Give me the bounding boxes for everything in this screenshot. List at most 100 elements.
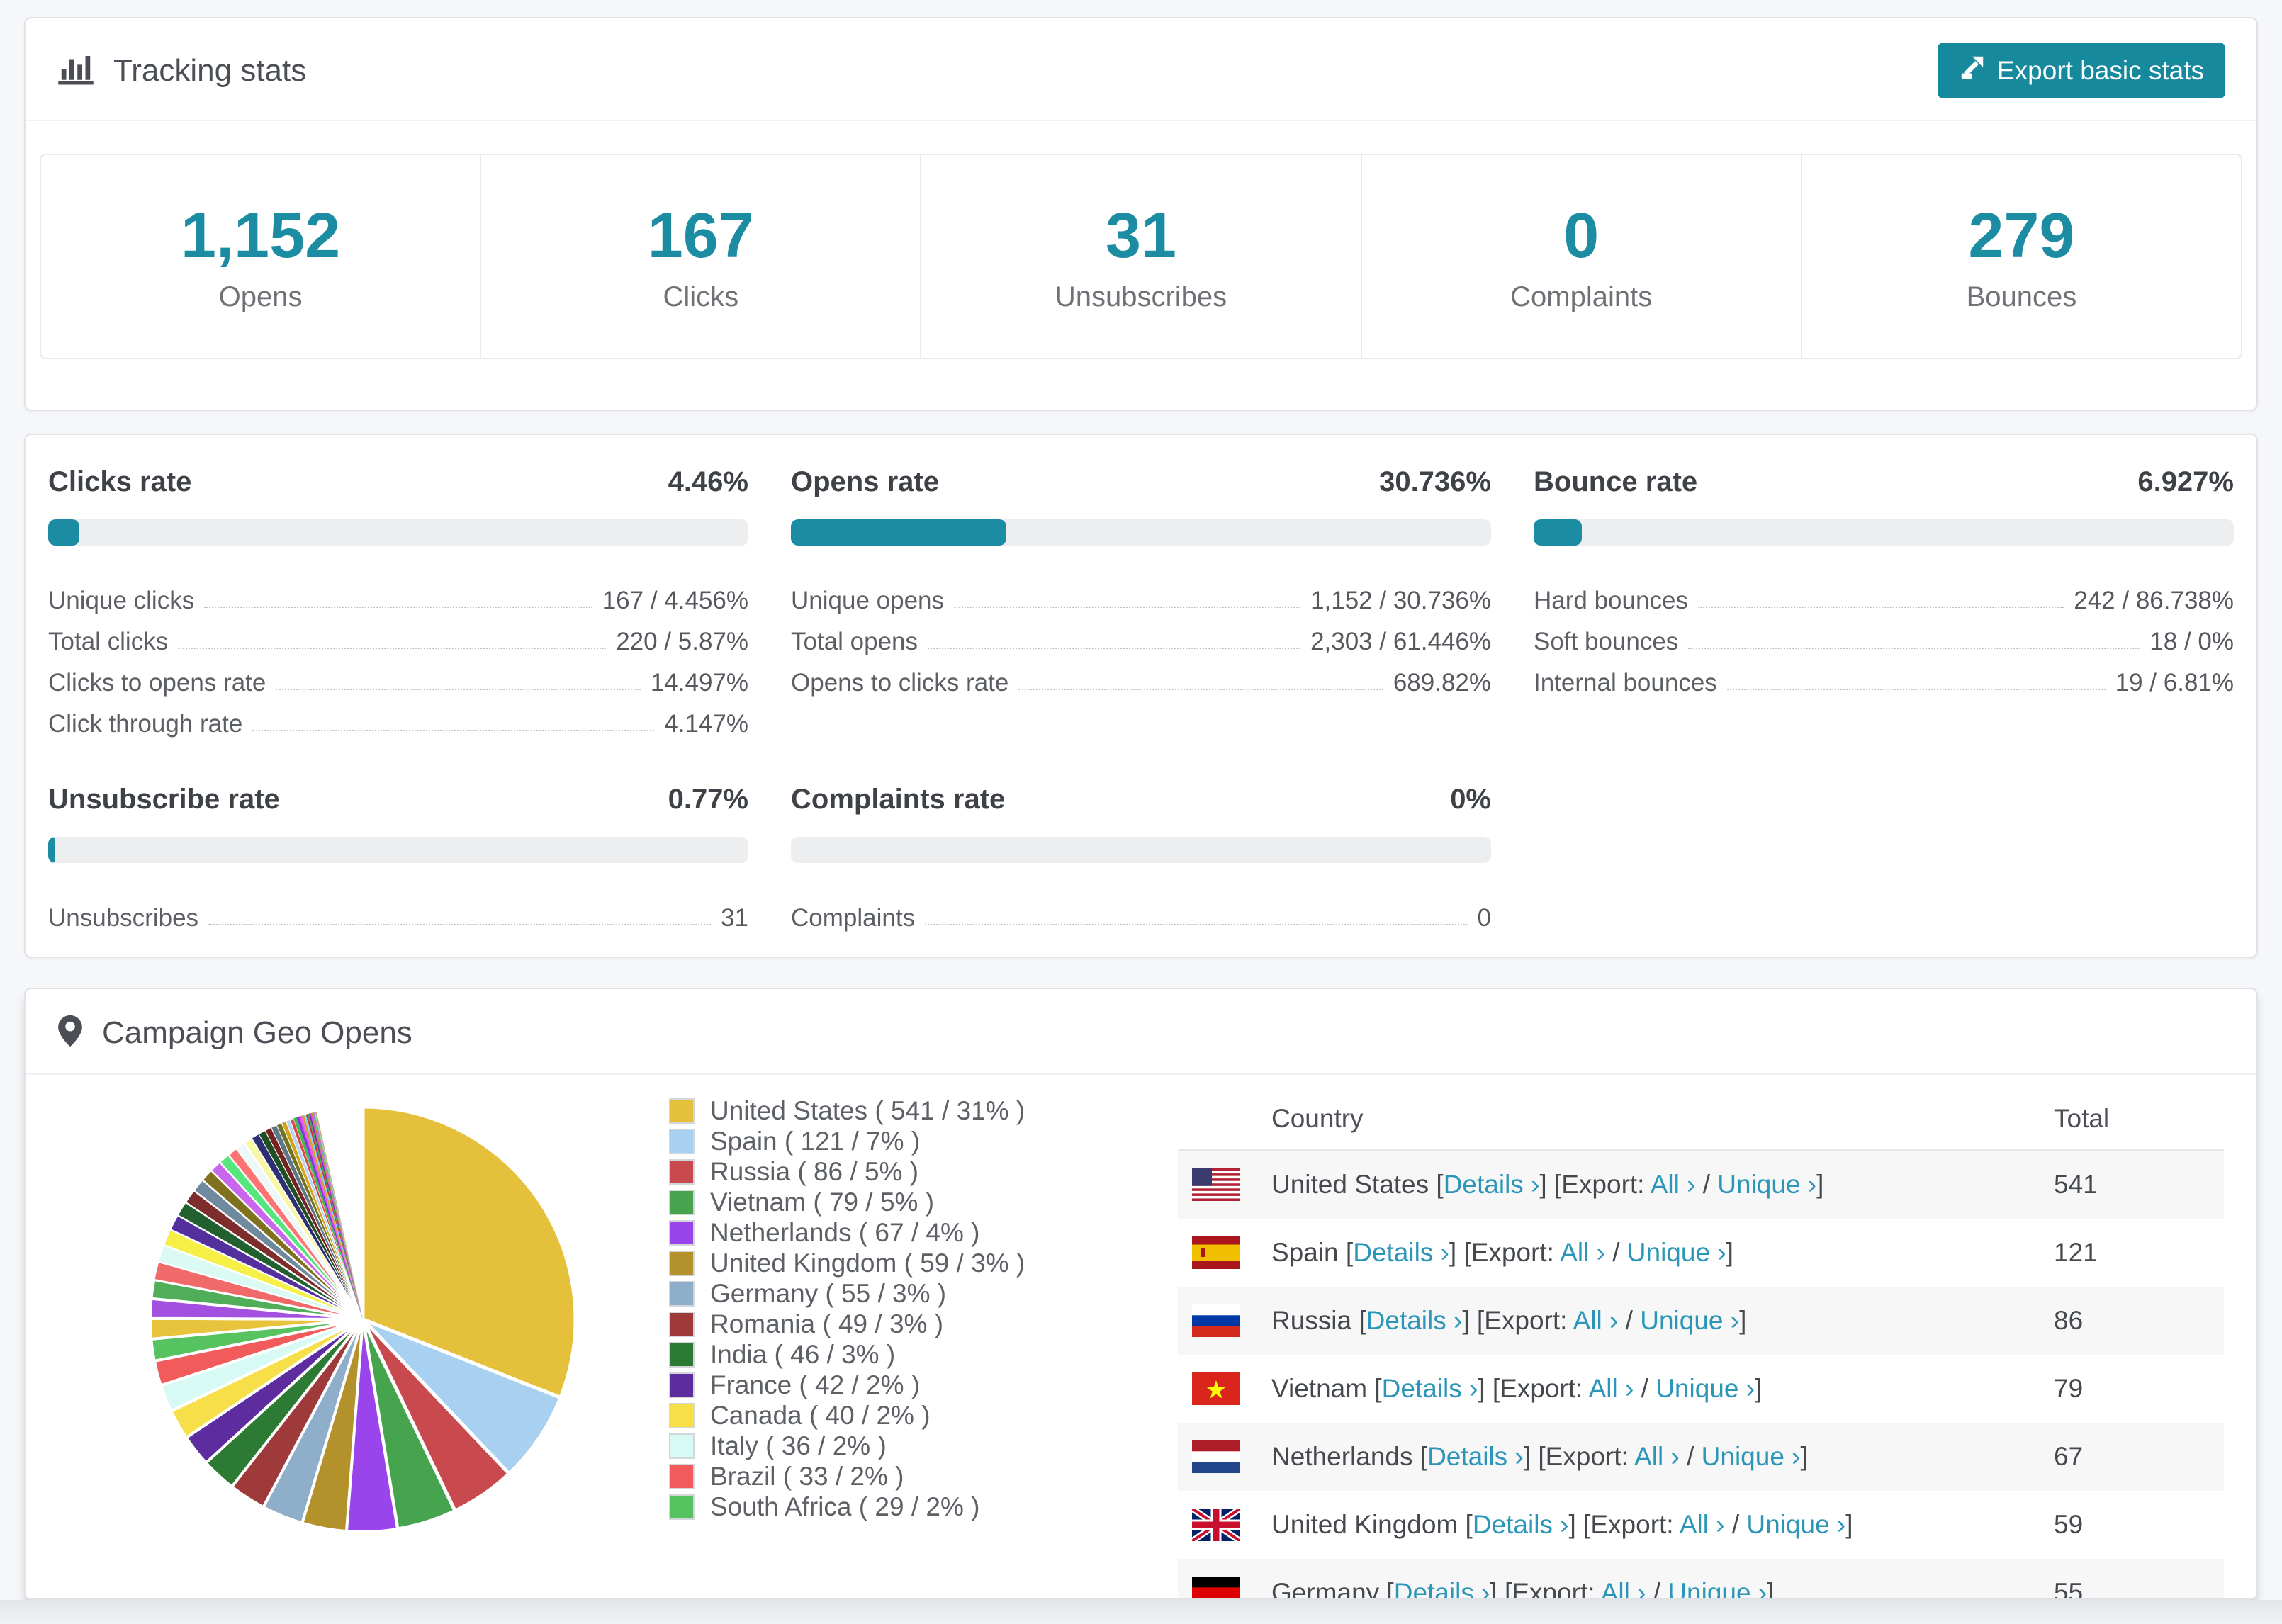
table-row-de: Germany [Details ›] [Export: All › / Uni…	[1178, 1559, 2224, 1600]
rate-value: 6.927%	[2137, 466, 2234, 497]
export-unique-link[interactable]: Unique ›	[1717, 1170, 1816, 1199]
legend-swatch	[669, 1098, 695, 1124]
legend-label: Brazil ( 33 / 2% )	[710, 1461, 904, 1491]
details-link[interactable]: Details ›	[1353, 1238, 1449, 1267]
table-row-vn: Vietnam [Details ›] [Export: All › / Uni…	[1178, 1355, 2224, 1423]
rate-head: Unsubscribe rate 0.77%	[48, 784, 748, 816]
details-link[interactable]: Details ›	[1366, 1306, 1463, 1335]
country-cell: Germany [Details ›] [Export: All › / Uni…	[1271, 1578, 2054, 1598]
rate-title: Bounce rate	[1534, 466, 1698, 497]
rate-detail-label: Click through rate	[48, 710, 243, 738]
bar-chart-icon	[57, 50, 95, 91]
rate-detail-row: Click through rate 4.147%	[48, 697, 748, 738]
export-unique-link[interactable]: Unique ›	[1640, 1306, 1739, 1335]
flag-ru-icon	[1192, 1304, 1240, 1337]
legend-label: India ( 46 / 3% )	[710, 1339, 896, 1369]
rate-detail-value: 242 / 86.738%	[2074, 587, 2234, 614]
geo-pie-chart	[143, 1100, 583, 1539]
flag-us-icon	[1192, 1168, 1240, 1201]
rate-detail-label: Internal bounces	[1534, 669, 1717, 697]
legend-item-united-kingdom: United Kingdom ( 59 / 3% )	[669, 1248, 1025, 1278]
details-link[interactable]: Details ›	[1444, 1170, 1540, 1199]
legend-item-vietnam: Vietnam ( 79 / 5% )	[669, 1187, 1025, 1217]
rate-detail-value: 4.147%	[664, 710, 748, 738]
rate-progress-track	[48, 837, 748, 863]
rate-detail-label: Unsubscribes	[48, 904, 199, 932]
legend-swatch	[669, 1463, 695, 1489]
rate-detail-row: Soft bounces 18 / 0%	[1534, 615, 2234, 656]
legend-item-france: France ( 42 / 2% )	[669, 1370, 1025, 1400]
details-link[interactable]: Details ›	[1394, 1578, 1490, 1598]
legend-item-romania: Romania ( 49 / 3% )	[669, 1309, 1025, 1339]
legend-item-canada: Canada ( 40 / 2% )	[669, 1400, 1025, 1431]
legend-label: Canada ( 40 / 2% )	[710, 1400, 931, 1430]
rate-progress-track	[1534, 519, 2234, 546]
export-all-link[interactable]: All ›	[1634, 1442, 1680, 1471]
export-all-link[interactable]: All ›	[1589, 1374, 1634, 1403]
rate-detail-value: 1,152 / 30.736%	[1310, 587, 1491, 614]
legend-item-spain: Spain ( 121 / 7% )	[669, 1126, 1025, 1156]
rate-detail-row: Unsubscribes 31	[48, 891, 748, 932]
legend-label: United Kingdom ( 59 / 3% )	[710, 1248, 1025, 1278]
export-all-link[interactable]: All ›	[1651, 1170, 1696, 1199]
export-unique-link[interactable]: Unique ›	[1702, 1442, 1801, 1471]
export-basic-stats-button[interactable]: Export basic stats	[1937, 43, 2225, 98]
export-unique-link[interactable]: Unique ›	[1627, 1238, 1726, 1267]
legend-swatch	[669, 1402, 695, 1428]
stat-value: 1,152	[180, 201, 341, 271]
legend-swatch	[669, 1128, 695, 1154]
stat-value: 167	[647, 201, 754, 271]
dotted-leader	[252, 730, 655, 731]
legend-swatch	[669, 1341, 695, 1368]
dotted-leader	[954, 607, 1301, 608]
table-row-es: Spain [Details ›] [Export: All › / Uniqu…	[1178, 1219, 2224, 1287]
dotted-leader	[928, 648, 1301, 649]
dotted-leader	[1688, 648, 2140, 649]
rate-detail-value: 2,303 / 61.446%	[1310, 628, 1491, 655]
legend-item-india: India ( 46 / 3% )	[669, 1339, 1025, 1370]
rate-detail-row: Hard bounces 242 / 86.738%	[1534, 574, 2234, 615]
rates-card: Clicks rate 4.46% Unique clicks 167 / 4.456…	[24, 434, 2258, 958]
export-unique-link[interactable]: Unique ›	[1668, 1578, 1767, 1598]
country-column-header: Country	[1271, 1104, 1364, 1133]
rate-detail-value: 689.82%	[1393, 669, 1491, 697]
flag-vn-icon	[1192, 1372, 1240, 1405]
flag-de-icon	[1192, 1577, 1240, 1598]
legend-label: United States ( 541 / 31% )	[710, 1095, 1025, 1125]
rate-detail-value: 18 / 0%	[2149, 628, 2234, 655]
rate-detail-row: Internal bounces 19 / 6.81%	[1534, 656, 2234, 697]
country-cell: Vietnam [Details ›] [Export: All › / Uni…	[1271, 1374, 1763, 1403]
export-all-link[interactable]: All ›	[1680, 1510, 1725, 1539]
details-link[interactable]: Details ›	[1382, 1374, 1478, 1403]
rate-detail-label: Total opens	[791, 628, 918, 655]
total-column-header: Total	[2054, 1104, 2110, 1133]
legend-swatch	[669, 1158, 695, 1185]
stat-label: Unsubscribes	[1055, 281, 1227, 312]
rate-title: Complaints rate	[791, 784, 1006, 815]
rate-progress-track	[48, 519, 748, 546]
details-link[interactable]: Details ›	[1427, 1442, 1524, 1471]
export-icon	[1959, 54, 1986, 87]
total-cell: 55	[2054, 1578, 2084, 1600]
export-all-link[interactable]: All ›	[1601, 1578, 1646, 1598]
details-link[interactable]: Details ›	[1473, 1510, 1569, 1539]
page-title: Tracking stats	[113, 52, 307, 88]
rate-progress-fill	[791, 519, 1006, 546]
rate-detail-value: 0	[1477, 904, 1491, 932]
export-unique-link[interactable]: Unique ›	[1656, 1374, 1755, 1403]
total-cell: 86	[2054, 1306, 2084, 1335]
stat-cell-unsubscribes: 31 Unsubscribes	[921, 155, 1362, 358]
legend-label: Netherlands ( 67 / 4% )	[710, 1217, 980, 1247]
export-all-link[interactable]: All ›	[1560, 1238, 1605, 1267]
rate-head: Opens rate 30.736%	[791, 466, 1491, 498]
total-cell: 79	[2054, 1374, 2084, 1403]
export-unique-link[interactable]: Unique ›	[1746, 1510, 1845, 1539]
legend-item-brazil: Brazil ( 33 / 2% )	[669, 1461, 1025, 1492]
legend-swatch	[669, 1433, 695, 1459]
export-all-link[interactable]: All ›	[1573, 1306, 1619, 1335]
flag-es-icon	[1192, 1236, 1240, 1269]
country-cell: United Kingdom [Details ›] [Export: All …	[1271, 1510, 1853, 1539]
rate-progress-track	[791, 519, 1491, 546]
legend-item-south-africa: South Africa ( 29 / 2% )	[669, 1492, 1025, 1522]
legend-swatch	[669, 1250, 695, 1276]
